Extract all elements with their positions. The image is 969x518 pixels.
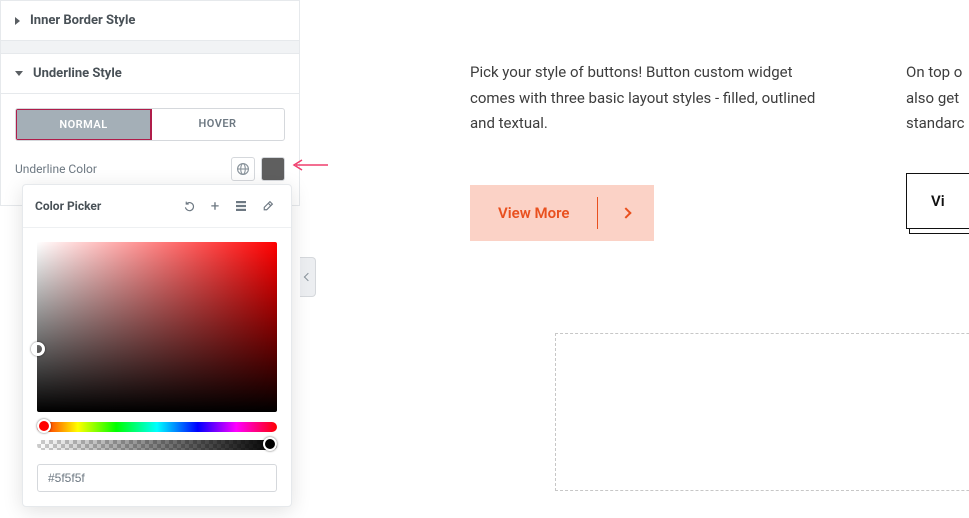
eyedropper-icon	[261, 200, 274, 213]
chevron-left-icon	[303, 273, 311, 281]
global-color-button[interactable]	[231, 157, 255, 181]
state-tabs: NORMAL HOVER	[15, 108, 285, 141]
eyedropper-button[interactable]	[255, 195, 279, 217]
preview-canvas: Pick your style of buttons! Button custo…	[470, 60, 969, 241]
hue-slider[interactable]	[37, 422, 277, 432]
panel-collapse-handle[interactable]	[300, 257, 316, 297]
description-paragraph: Pick your style of buttons! Button custo…	[470, 60, 840, 137]
tab-hover[interactable]: HOVER	[151, 109, 284, 140]
sv-handle[interactable]	[31, 342, 45, 356]
library-button[interactable]	[229, 195, 253, 217]
saturation-value-area[interactable]	[37, 242, 277, 412]
style-sidebar: Inner Border Style Underline Style NORMA…	[0, 0, 300, 206]
color-swatch[interactable]	[261, 157, 285, 181]
hue-handle[interactable]	[37, 419, 51, 433]
globe-icon	[236, 162, 250, 176]
chevron-right-icon	[15, 17, 20, 25]
button-label: Vi	[907, 192, 969, 210]
section-gap	[0, 41, 300, 53]
stack-icon	[235, 200, 247, 212]
undo-icon	[183, 200, 196, 213]
add-button[interactable]: +	[203, 195, 227, 217]
description-paragraph-2: On top o also get standarc	[906, 60, 965, 137]
chevron-down-icon	[15, 71, 23, 76]
accordion-underline-style[interactable]: Underline Style	[0, 53, 300, 94]
accordion-inner-border[interactable]: Inner Border Style	[0, 0, 300, 41]
view-more-outlined-button[interactable]: Vi	[906, 173, 969, 229]
underline-color-row: Underline Color	[15, 157, 285, 181]
button-label: View More	[470, 204, 597, 222]
reset-button[interactable]	[177, 195, 201, 217]
alpha-handle[interactable]	[263, 437, 277, 451]
color-picker-popover: Color Picker +	[22, 184, 292, 507]
color-picker-title: Color Picker	[35, 199, 101, 213]
underline-color-label: Underline Color	[15, 162, 97, 176]
tab-normal[interactable]: NORMAL	[15, 108, 152, 141]
hex-input[interactable]	[37, 464, 277, 492]
plus-icon: +	[211, 199, 220, 214]
view-more-filled-button[interactable]: View More	[470, 185, 654, 241]
chevron-right-icon	[598, 209, 654, 217]
empty-widget-dropzone[interactable]	[555, 333, 969, 491]
accordion-title: Inner Border Style	[30, 13, 135, 28]
accordion-title: Underline Style	[33, 66, 122, 81]
alpha-slider[interactable]	[37, 440, 277, 450]
